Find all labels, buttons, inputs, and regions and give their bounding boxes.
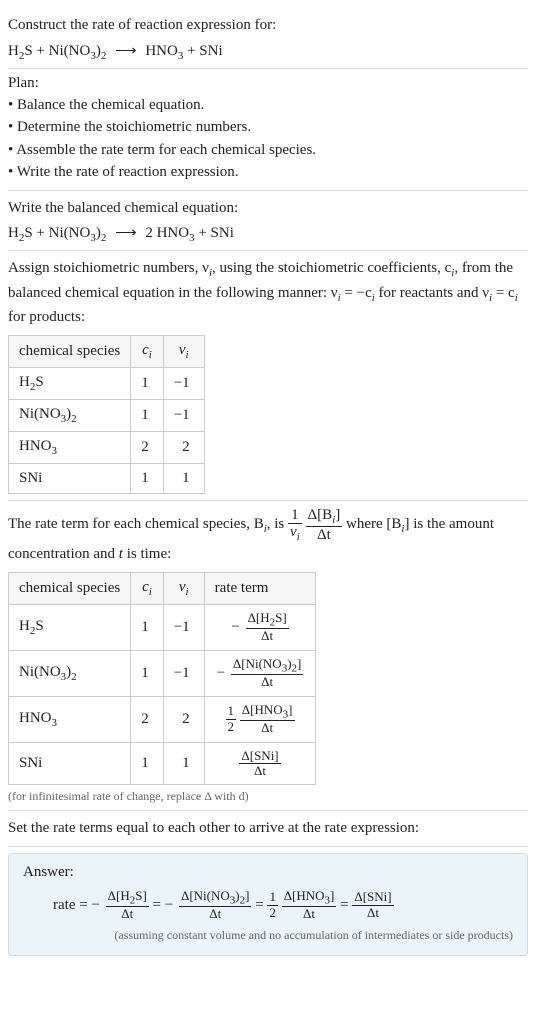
col-rateterm: rate term [204, 572, 316, 604]
unbalanced-equation: H2S + Ni(NO3)2 ⟶ HNO3 + SNi [8, 41, 528, 62]
table-row: SNi 1 1 Δ[SNi] Δt [9, 742, 316, 785]
col-species: chemical species [9, 572, 131, 604]
eq-left: H2S + Ni(NO3)2 [8, 43, 106, 59]
plan-item: • Determine the stoichiometric numbers. [8, 116, 528, 139]
ci-cell: 2 [131, 696, 164, 742]
ci-cell: 1 [131, 650, 164, 696]
plan-item: • Write the rate of reaction expression. [8, 161, 528, 184]
rateterm-cell: Δ[SNi] Δt [204, 742, 316, 785]
balanced-eq-right: 2 HNO3 + SNi [145, 225, 234, 241]
balanced-eq-left: H2S + Ni(NO3)2 [8, 225, 106, 241]
rateterm-cell: 1 2 Δ[HNO3] Δt [204, 696, 316, 742]
species-cell: H2S [9, 367, 131, 399]
prompt-section: Construct the rate of reaction expressio… [8, 8, 528, 69]
plan-item: • Balance the chemical equation. [8, 94, 528, 117]
nui-cell: 2 [163, 431, 204, 463]
species-cell: SNi [9, 463, 131, 493]
rate-fraction: Δ[H2S] Δt [106, 889, 149, 922]
nui-cell: 2 [163, 696, 204, 742]
nui-cell: −1 [163, 367, 204, 399]
answer-rate-expression: rate = − Δ[H2S] Δt = − Δ[Ni(NO3)2] Δt = … [53, 889, 513, 922]
species-cell: HNO3 [9, 696, 131, 742]
rate-fraction: Δ[Ni(NO3)2] Δt [231, 657, 303, 690]
plan-item: • Assemble the rate term for each chemic… [8, 139, 528, 162]
reaction-arrow-icon: ⟶ [115, 43, 137, 59]
plan-heading: Plan: [8, 75, 528, 92]
eq-right: HNO3 + SNi [145, 43, 222, 59]
balanced-section: Write the balanced chemical equation: H2… [8, 191, 528, 252]
ci-cell: 2 [131, 431, 164, 463]
rateterms-intro: The rate term for each chemical species,… [8, 507, 528, 566]
rate-fraction: Δ[HNO3] Δt [240, 703, 295, 736]
species-cell: H2S [9, 604, 131, 650]
table-row: HNO3 2 2 1 2 Δ[HNO3] Δt [9, 696, 316, 742]
table-row: H2S 1 −1 [9, 367, 205, 399]
coef-fraction: 1 2 [267, 890, 278, 920]
species-cell: SNi [9, 742, 131, 785]
finalstep-text: Set the rate terms equal to each other t… [8, 817, 528, 840]
rate-fraction: Δ[H2S] Δt [246, 611, 289, 644]
plan-section: Plan: • Balance the chemical equation. •… [8, 69, 528, 191]
delta-b-fraction: Δ[Bi] Δt [306, 507, 343, 544]
infinitesimal-note: (for infinitesimal rate of change, repla… [8, 789, 528, 804]
table-row: Ni(NO3)2 1 −1 [9, 399, 205, 431]
nui-cell: 1 [163, 463, 204, 493]
answer-assumption-note: (assuming constant volume and no accumul… [23, 928, 513, 943]
nui-cell: −1 [163, 650, 204, 696]
finalstep-section: Set the rate terms equal to each other t… [8, 811, 528, 847]
stoich-table: chemical species ci νi H2S 1 −1 Ni(NO3)2… [8, 335, 205, 494]
coef-fraction: 1 2 [226, 704, 237, 734]
col-species: chemical species [9, 335, 131, 367]
col-ci: ci [131, 335, 164, 367]
balanced-equation: H2S + Ni(NO3)2 ⟶ 2 HNO3 + SNi [8, 223, 528, 244]
answer-box: Answer: rate = − Δ[H2S] Δt = − Δ[Ni(NO3)… [8, 853, 528, 956]
col-nui: νi [163, 335, 204, 367]
rate-fraction: Δ[HNO3] Δt [282, 889, 337, 922]
ci-cell: 1 [131, 399, 164, 431]
ci-cell: 1 [131, 742, 164, 785]
species-cell: HNO3 [9, 431, 131, 463]
plan-list: • Balance the chemical equation. • Deter… [8, 94, 528, 184]
rateterm-cell: − Δ[Ni(NO3)2] Δt [204, 650, 316, 696]
nui-cell: −1 [163, 604, 204, 650]
species-cell: Ni(NO3)2 [9, 399, 131, 431]
table-row: H2S 1 −1 − Δ[H2S] Δt [9, 604, 316, 650]
rate-prefix: rate = [53, 897, 91, 913]
rateterms-table: chemical species ci νi rate term H2S 1 −… [8, 572, 316, 786]
rate-fraction: Δ[SNi] Δt [352, 890, 393, 920]
table-row: HNO3 2 2 [9, 431, 205, 463]
rate-fraction: Δ[Ni(NO3)2] Δt [179, 889, 251, 922]
stoich-section: Assign stoichiometric numbers, νi, using… [8, 251, 528, 501]
table-row: Ni(NO3)2 1 −1 − Δ[Ni(NO3)2] Δt [9, 650, 316, 696]
table-row: SNi 1 1 [9, 463, 205, 493]
ci-cell: 1 [131, 463, 164, 493]
table-header-row: chemical species ci νi [9, 335, 205, 367]
answer-heading: Answer: [23, 864, 513, 881]
rateterm-cell: − Δ[H2S] Δt [204, 604, 316, 650]
rate-fraction: Δ[SNi] Δt [239, 749, 280, 779]
species-cell: Ni(NO3)2 [9, 650, 131, 696]
col-nui: νi [163, 572, 204, 604]
nui-cell: −1 [163, 399, 204, 431]
table-header-row: chemical species ci νi rate term [9, 572, 316, 604]
ci-cell: 1 [131, 604, 164, 650]
balanced-intro: Write the balanced chemical equation: [8, 197, 528, 220]
rateterms-section: The rate term for each chemical species,… [8, 501, 528, 812]
one-over-nu-fraction: 1 νi [288, 507, 302, 544]
stoich-intro: Assign stoichiometric numbers, νi, using… [8, 257, 528, 329]
col-ci: ci [131, 572, 164, 604]
prompt-heading: Construct the rate of reaction expressio… [8, 14, 528, 37]
reaction-arrow-icon: ⟶ [115, 225, 137, 241]
nui-cell: 1 [163, 742, 204, 785]
ci-cell: 1 [131, 367, 164, 399]
